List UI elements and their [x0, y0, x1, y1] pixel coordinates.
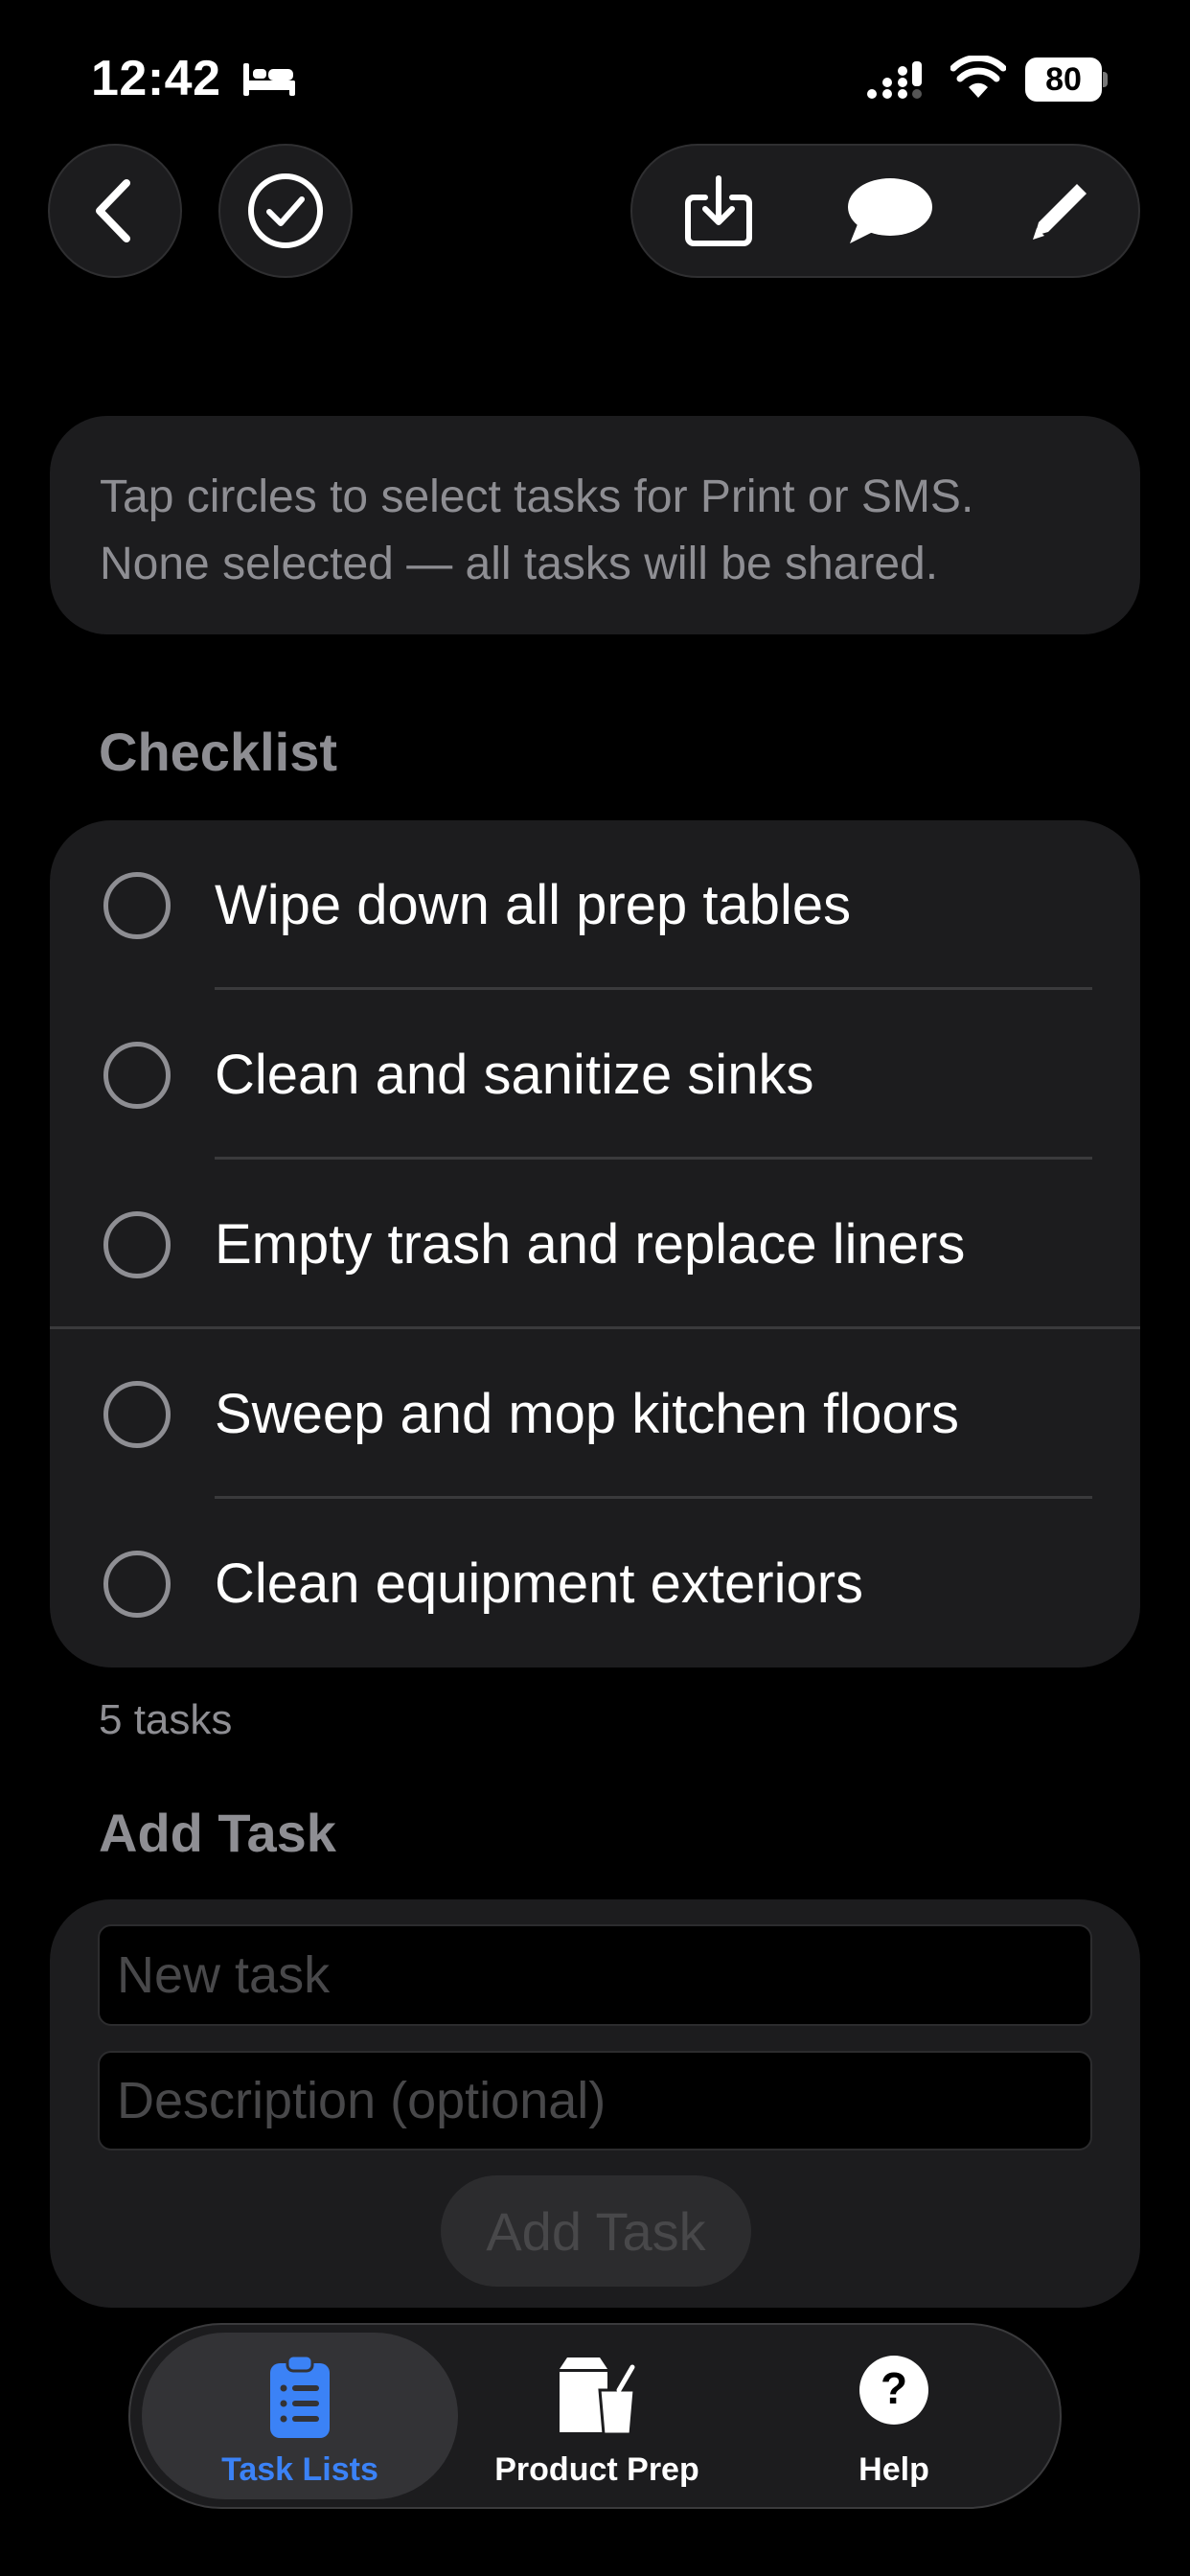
tab-help[interactable]: ? Help — [736, 2333, 1052, 2499]
task-label: Wipe down all prep tables — [215, 873, 852, 936]
task-row[interactable]: Wipe down all prep tables — [50, 820, 1140, 990]
checklist-title: Checklist — [99, 722, 337, 782]
pencil-icon — [1033, 184, 1087, 240]
back-button[interactable] — [48, 144, 182, 278]
action-button-group — [630, 144, 1140, 278]
tray-download-icon — [685, 175, 752, 246]
containers-icon — [560, 2358, 636, 2436]
add-task-card: Add Task — [50, 1899, 1140, 2308]
task-label: Clean equipment exteriors — [215, 1552, 864, 1615]
select-circle-icon[interactable] — [103, 1041, 171, 1109]
description-input[interactable] — [98, 2051, 1092, 2150]
checklist-card: Wipe down all prep tables Clean and sani… — [50, 820, 1140, 1668]
sleep-bed-icon — [243, 63, 295, 96]
question-icon: ? — [859, 2356, 928, 2425]
tab-product-prep[interactable]: Product Prep — [439, 2333, 755, 2499]
new-task-input[interactable] — [98, 1924, 1092, 2026]
task-row[interactable]: Clean and sanitize sinks — [50, 990, 1140, 1160]
battery-indicator: 80 — [1025, 58, 1108, 102]
select-mode-button[interactable] — [218, 144, 353, 278]
tab-label: Task Lists — [221, 2451, 378, 2488]
checkmark-circle-icon — [248, 173, 323, 248]
task-label: Clean and sanitize sinks — [215, 1043, 814, 1106]
message-button[interactable] — [822, 146, 956, 276]
select-circle-icon[interactable] — [103, 1550, 171, 1618]
add-task-button[interactable]: Add Task — [441, 2175, 751, 2287]
clipboard-list-icon — [270, 2354, 330, 2438]
task-count: 5 tasks — [99, 1696, 233, 1743]
speech-bubble-icon — [848, 178, 932, 243]
tab-task-lists[interactable]: Task Lists — [142, 2333, 458, 2499]
task-row[interactable]: Sweep and mop kitchen floors — [50, 1329, 1140, 1499]
tab-bar: Task Lists Product Prep ? Help — [128, 2323, 1062, 2509]
task-row[interactable]: Clean equipment exteriors — [50, 1499, 1140, 1668]
chevron-left-icon — [96, 179, 130, 242]
wifi-icon — [950, 56, 1006, 98]
task-label: Sweep and mop kitchen floors — [215, 1382, 959, 1445]
select-circle-icon[interactable] — [103, 1210, 171, 1278]
download-button[interactable] — [652, 146, 786, 276]
edit-button[interactable] — [993, 146, 1127, 276]
select-circle-icon[interactable] — [103, 871, 171, 939]
selection-hint-line-2: None selected — all tasks will be shared… — [100, 539, 939, 589]
selection-hint-line-1: Tap circles to select tasks for Print or… — [100, 472, 974, 522]
cellular-signal-icon — [867, 61, 922, 99]
battery-level: 80 — [1045, 61, 1082, 98]
select-circle-icon[interactable] — [103, 1380, 171, 1448]
add-task-title: Add Task — [99, 1803, 336, 1863]
svg-text:?: ? — [881, 2363, 907, 2413]
tab-label: Product Prep — [494, 2451, 699, 2488]
task-row[interactable]: Empty trash and replace liners — [50, 1160, 1140, 1329]
task-label: Empty trash and replace liners — [215, 1212, 966, 1276]
selection-hint-card: Tap circles to select tasks for Print or… — [50, 416, 1140, 634]
status-time: 12:42 — [91, 51, 221, 106]
tab-label: Help — [858, 2451, 929, 2488]
